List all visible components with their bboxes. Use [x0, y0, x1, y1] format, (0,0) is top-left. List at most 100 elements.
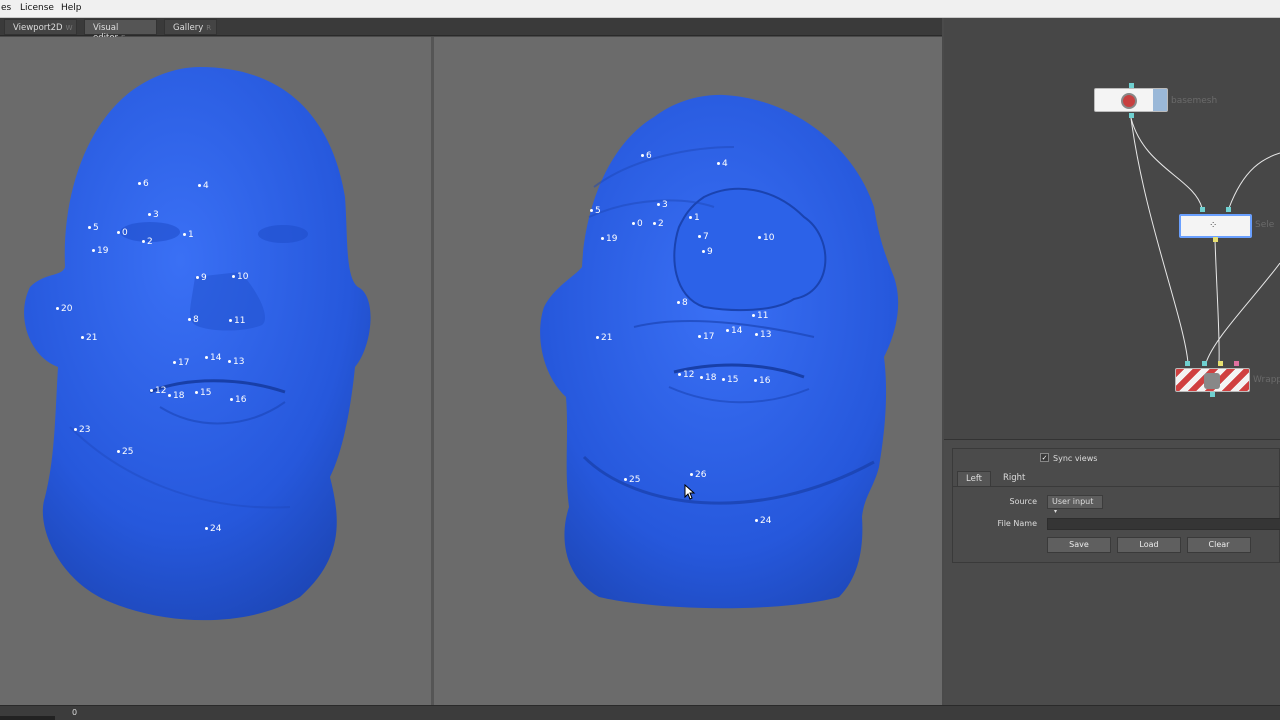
landmark[interactable]: 1 [183, 230, 194, 240]
landmark[interactable]: 7 [698, 232, 709, 242]
left-head-mesh[interactable] [0, 37, 431, 705]
landmark[interactable]: 12 [150, 386, 166, 396]
wrap-icon [1204, 373, 1220, 389]
tab-label: Gallery [173, 23, 204, 33]
landmark[interactable]: 16 [754, 376, 770, 386]
landmark[interactable]: 20 [56, 304, 72, 314]
landmark[interactable]: 4 [717, 159, 728, 169]
landmark[interactable]: 13 [755, 330, 771, 340]
menu-bar: es License Help [0, 0, 1280, 18]
landmark[interactable]: 24 [205, 524, 221, 534]
node-wrapping[interactable] [1175, 368, 1250, 392]
menu-item-help[interactable]: Help [61, 3, 82, 13]
node-input-port[interactable] [1200, 207, 1205, 212]
landmark[interactable]: 12 [678, 370, 694, 380]
landmark[interactable]: 18 [700, 373, 716, 383]
file-name-field[interactable] [1047, 518, 1280, 530]
load-button[interactable]: Load [1117, 537, 1181, 553]
landmark[interactable]: 14 [205, 353, 221, 363]
landmark[interactable]: 15 [195, 388, 211, 398]
menu-item-es[interactable]: es [1, 3, 11, 13]
landmark[interactable]: 6 [641, 151, 652, 161]
sync-views-label: Sync views [1053, 454, 1098, 463]
landmark[interactable]: 21 [596, 333, 612, 343]
landmark[interactable]: 0 [117, 228, 128, 238]
landmark[interactable]: 21 [81, 333, 97, 343]
landmark[interactable]: 0 [632, 219, 643, 229]
right-panel: basemesh ⁘ Sele Wrapp ✓ Sync views Left … [944, 18, 1280, 705]
landmark[interactable]: 2 [142, 237, 153, 247]
status-value: 0 [72, 708, 78, 717]
landmark[interactable]: 17 [698, 332, 714, 342]
tab-label: Viewport2D [13, 23, 63, 33]
landmark[interactable]: 18 [168, 391, 184, 401]
node-input-port[interactable] [1234, 361, 1239, 366]
landmark[interactable]: 8 [677, 298, 688, 308]
properties-panel: ✓ Sync views Left Right Source User inpu… [952, 448, 1280, 563]
node-input-port[interactable] [1202, 361, 1207, 366]
node-output-port[interactable] [1129, 113, 1134, 118]
landmark[interactable]: 3 [148, 210, 159, 220]
landmark[interactable]: 13 [228, 357, 244, 367]
node-graph[interactable]: basemesh ⁘ Sele Wrapp [944, 18, 1280, 440]
landmark[interactable]: 10 [232, 272, 248, 282]
tab-gallery[interactable]: Gallery R [164, 19, 217, 35]
landmark[interactable]: 3 [657, 200, 668, 210]
node-output-port[interactable] [1210, 392, 1215, 397]
tab-divider [953, 486, 1280, 487]
landmark[interactable]: 11 [752, 311, 768, 321]
landmark[interactable]: 26 [690, 470, 706, 480]
tab-right[interactable]: Right [995, 471, 1033, 485]
menu-item-license[interactable]: License [20, 3, 54, 13]
sync-views-checkbox[interactable]: ✓ [1040, 453, 1049, 462]
landmark[interactable]: 19 [601, 234, 617, 244]
landmark[interactable]: 24 [755, 516, 771, 526]
landmark[interactable]: 17 [173, 358, 189, 368]
save-button[interactable]: Save [1047, 537, 1111, 553]
landmark[interactable]: 25 [624, 475, 640, 485]
node-basemesh[interactable] [1094, 88, 1168, 112]
node-output-handle[interactable] [1153, 89, 1167, 111]
landmark[interactable]: 6 [138, 179, 149, 189]
node-output-port[interactable] [1213, 237, 1218, 242]
node-input-port[interactable] [1185, 361, 1190, 366]
landmark[interactable]: 2 [653, 219, 664, 229]
3d-viewport[interactable]: 6 4 3 5 0 2 1 19 9 10 20 8 11 21 17 14 1… [0, 37, 942, 705]
landmark[interactable]: 19 [92, 246, 108, 256]
chevron-down-icon: ▾ [1054, 508, 1058, 515]
node-label: Sele [1255, 220, 1275, 230]
tab-viewport2d[interactable]: Viewport2D W [4, 19, 77, 35]
mouse-cursor-icon [684, 484, 696, 500]
node-select[interactable]: ⁘ [1179, 214, 1252, 238]
landmark[interactable]: 9 [196, 273, 207, 283]
file-name-label: File Name [997, 519, 1037, 528]
landmark[interactable]: 4 [198, 181, 209, 191]
landmark[interactable]: 11 [229, 316, 245, 326]
source-value: User input [1052, 497, 1094, 506]
mesh-icon [1121, 93, 1137, 109]
node-input-port[interactable] [1218, 361, 1223, 366]
landmark[interactable]: 9 [702, 247, 713, 257]
node-label: Wrapp [1253, 375, 1280, 385]
node-input-port[interactable] [1226, 207, 1231, 212]
clear-button[interactable]: Clear [1187, 537, 1251, 553]
tab-shortcut: W [65, 24, 73, 32]
landmark[interactable]: 5 [590, 206, 601, 216]
landmark[interactable]: 16 [230, 395, 246, 405]
tab-visual-editor[interactable]: Visual editorE [84, 19, 157, 43]
node-label: basemesh [1171, 96, 1218, 106]
landmark[interactable]: 23 [74, 425, 90, 435]
source-dropdown[interactable]: User input ▾ [1047, 495, 1103, 515]
landmark[interactable]: 8 [188, 315, 199, 325]
progress-track [0, 716, 55, 720]
landmark[interactable]: 25 [117, 447, 133, 457]
status-bar: 0 [0, 705, 1280, 720]
landmark[interactable]: 14 [726, 326, 742, 336]
landmark[interactable]: 15 [722, 375, 738, 385]
landmark[interactable]: 10 [758, 233, 774, 243]
view-tab-bar: Viewport2DW Visual editorE GalleryR [0, 18, 942, 43]
tab-left[interactable]: Left [957, 471, 991, 486]
landmark[interactable]: 1 [689, 213, 700, 223]
landmark[interactable]: 5 [88, 223, 99, 233]
node-input-port[interactable] [1129, 83, 1134, 88]
